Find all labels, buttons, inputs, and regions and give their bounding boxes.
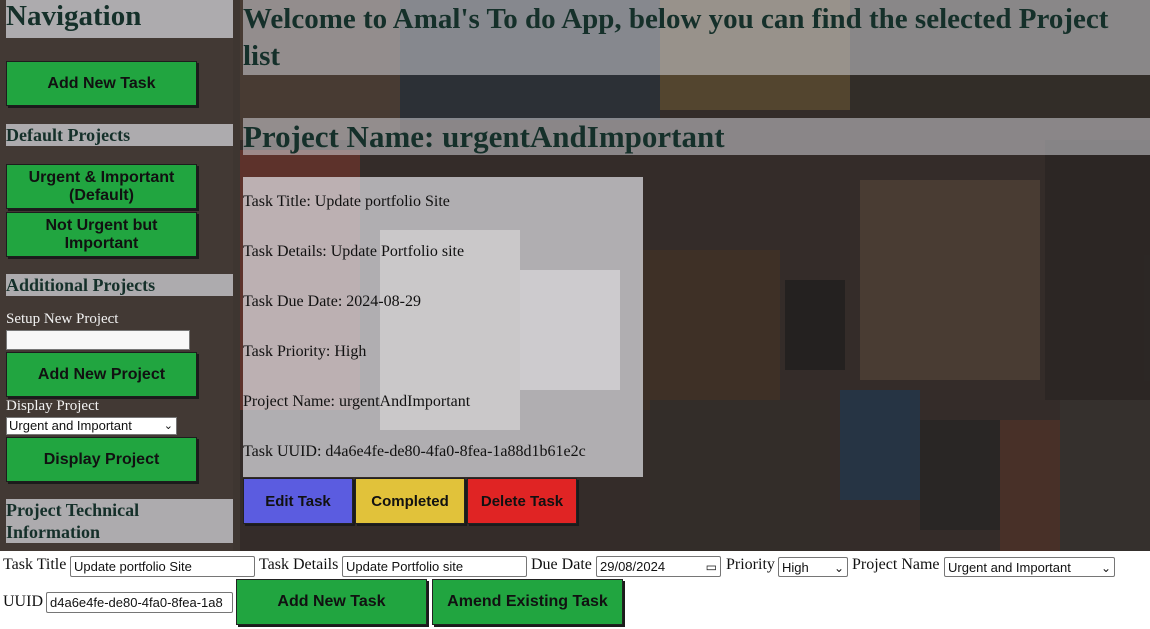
due-date-value: 29/08/2024 [600,559,666,574]
chevron-down-icon: ⌄ [1100,561,1111,575]
display-project-select[interactable]: Urgent and Important ⌄ [6,417,177,435]
display-project-label: Display Project [6,398,99,414]
amend-existing-task-button[interactable]: Amend Existing Task [432,579,623,625]
task-title-label: Task Title [3,556,67,573]
form-add-new-task-button[interactable]: Add New Task [236,579,427,625]
add-new-task-button[interactable]: Add New Task [6,61,197,106]
project-name-selected: Urgent and Important [948,560,1071,575]
uuid-label: UUID [3,593,43,610]
default-projects-heading: Default Projects [6,124,233,146]
display-project-selected: Urgent and Important [9,418,132,433]
sidebar-heading: Navigation [6,0,233,38]
task-priority-text: Task Priority: High [243,343,367,360]
setup-project-input[interactable] [6,330,190,350]
project-button-urgent-important[interactable]: Urgent & Important (Default) [6,164,197,209]
uuid-input[interactable]: d4a6e4fe-de80-4fa0-8fea-1a8 [46,592,233,613]
chevron-down-icon: ⌄ [163,420,173,432]
task-uuid-text: Task UUID: d4a6e4fe-de80-4fa0-8fea-1a88d… [243,443,586,460]
page-title: Welcome to Amal's To do App, below you c… [243,0,1150,75]
task-title-text: Task Title: Update portfolio Site [243,193,450,210]
task-title-input[interactable]: Update portfolio Site [70,556,255,577]
display-project-button[interactable]: Display Project [6,437,197,482]
additional-projects-heading: Additional Projects [6,274,233,296]
task-details-input[interactable]: Update Portfolio site [342,556,527,577]
task-due-date-text: Task Due Date: 2024-08-29 [243,293,421,310]
priority-label: Priority [726,556,775,573]
task-details-text: Task Details: Update Portfolio site [243,243,465,260]
sidebar: Navigation Add New Task Default Projects… [0,0,233,551]
priority-selected: High [782,560,809,575]
completed-button[interactable]: Completed [355,478,465,524]
due-date-input[interactable]: 29/08/2024 ▭ [596,556,721,577]
task-project-text: Project Name: urgentAndImportant [243,393,471,410]
project-name-select[interactable]: Urgent and Important ⌄ [944,557,1115,577]
due-date-label: Due Date [531,556,592,573]
project-technical-heading: Project Technical Information [6,499,233,543]
add-new-project-button[interactable]: Add New Project [6,352,197,397]
edit-task-button[interactable]: Edit Task [243,478,353,524]
priority-select[interactable]: High ⌄ [778,557,848,577]
calendar-icon[interactable]: ▭ [706,558,717,576]
setup-project-label: Setup New Project [6,311,119,327]
chevron-down-icon: ⌄ [833,561,844,575]
project-button-not-urgent-important[interactable]: Not Urgent but Important [6,212,197,257]
project-name-label: Project Name [852,556,940,573]
project-heading: Project Name: urgentAndImportant [243,118,1150,155]
task-card: Task Title: Update portfolio Site Task D… [243,177,643,477]
task-details-label: Task Details [259,556,339,573]
delete-task-button[interactable]: Delete Task [467,478,577,524]
